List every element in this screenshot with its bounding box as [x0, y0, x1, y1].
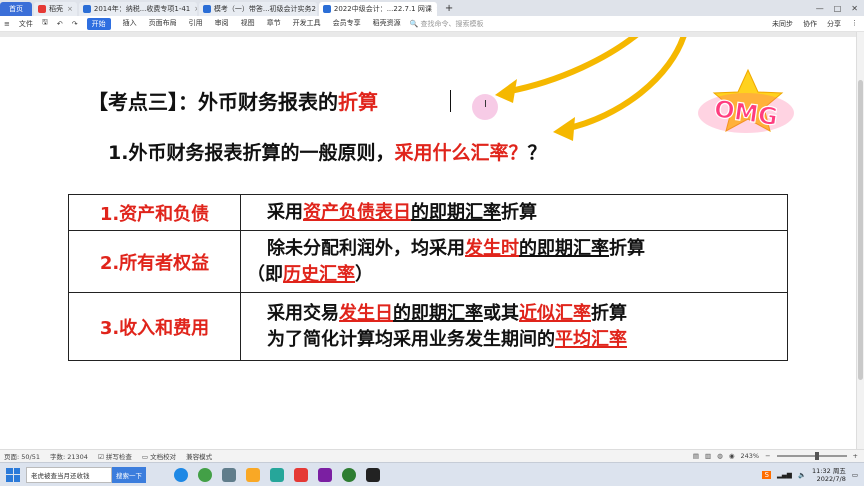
tab-label: 首页 [9, 5, 23, 13]
share-button[interactable]: 分享 [827, 19, 841, 29]
command-search[interactable]: 🔍 查找命令、搜索模板 [410, 19, 484, 29]
command-search-placeholder: 查找命令、搜索模板 [420, 19, 484, 28]
collab-button[interactable]: 协作 [803, 19, 817, 29]
tab-3[interactable]: 模考（一）带答...初级会计实务2× [198, 2, 317, 16]
view-mode-icon[interactable]: ▤ [693, 452, 699, 460]
wps-office-icon[interactable] [294, 467, 308, 482]
menu-bar: ≡ 文件 🖫 ↶ ↷ 开始 插入 页面布局 引用 审阅 视图 章节 开发工具 会员专享 稻壳资源 … [0, 16, 864, 32]
spell-check[interactable]: ☑ 拼写检查 [98, 451, 132, 461]
volume-icon[interactable]: 🔈 [798, 471, 806, 479]
folder-icon[interactable] [246, 467, 260, 482]
document-icon [82, 5, 91, 13]
annotation-overlay: OMG [495, 37, 794, 141]
taskbar-search-text: 老虎被查当月还收钱 [31, 471, 90, 480]
scrollbar-thumb[interactable] [858, 80, 863, 380]
clock-date: 2022/7/8 [816, 474, 846, 483]
page-count[interactable]: 页面: 50/51 [4, 451, 40, 461]
menu-items: 开始 插入 页面布局 引用 审阅 视图 章节 开发工具 会员专享 稻壳资源 [86, 17, 401, 30]
menu-item-7[interactable]: 开发工具 [293, 18, 321, 30]
menu-item-1[interactable]: 插入 [123, 18, 137, 30]
menu-item-2[interactable]: 页面布局 [149, 18, 177, 30]
taskbar-search-button[interactable]: 搜索一下 [112, 466, 146, 483]
menu-item-5[interactable]: 视图 [241, 18, 255, 30]
tab-1[interactable]: 稻壳 × [34, 2, 77, 16]
sync-status[interactable]: 未同步 [772, 19, 793, 29]
yellow-arrow-icon [495, 37, 639, 103]
taskbar-search-input[interactable]: 老虎被查当月还收钱 [26, 466, 112, 483]
clock-time: 11:32 周五 [812, 466, 846, 475]
tab-label: 稻壳 [49, 5, 63, 13]
zoom-out-icon[interactable]: − [765, 452, 770, 460]
eye-mode-icon[interactable]: ◉ [729, 452, 735, 460]
tab-bar: 首页稻壳×2014年：纳税...收费专项1-41×模考（一）带答...初级会计实… [0, 0, 864, 16]
minimize-icon[interactable]: — [816, 4, 824, 13]
doc-proof-label: 文档校对 [150, 453, 177, 461]
browser-icon[interactable] [198, 467, 212, 482]
notification-icon[interactable]: ▭ [852, 471, 858, 479]
calculator-icon[interactable] [222, 467, 236, 482]
document-icon [202, 5, 211, 13]
word-count[interactable]: 字数: 21304 [50, 451, 88, 461]
input-method-icon[interactable]: S [762, 470, 771, 479]
toolbar-undo-icon[interactable]: ↶ [57, 20, 63, 28]
taskbar: 老虎被查当月还收钱 搜索一下 S ▂▄▆ 🔈 11:32 周五 2022/7/8… [0, 462, 864, 486]
web-view-icon[interactable]: ◍ [717, 452, 723, 460]
tab-label: 2014年：纳税...收费专项1-41 [93, 5, 191, 13]
yellow-arrow-icon [553, 37, 687, 141]
document-icon [38, 5, 46, 13]
app-icon[interactable] [318, 467, 332, 482]
app-icon[interactable] [270, 467, 284, 482]
omg-sticker-icon: OMG [698, 68, 794, 133]
menu-item-3[interactable]: 引用 [189, 18, 203, 30]
doc-proof[interactable]: ▭ 文档校对 [142, 451, 176, 461]
view-mode-icon[interactable]: ▥ [705, 452, 711, 460]
document-page[interactable]: 【考点三】：外币财务报表的折算 I 1.外币财务报表折算的一般原则，采用什么汇率… [0, 37, 856, 449]
zoom-in-icon[interactable]: + [853, 452, 858, 460]
clock[interactable]: 11:32 周五 2022/7/8 [812, 467, 846, 483]
maximize-icon[interactable]: □ [834, 4, 842, 13]
window-controls: — □ ✕ [816, 4, 864, 16]
close-tab-icon[interactable]: × [194, 5, 197, 13]
close-tab-icon[interactable]: × [67, 5, 73, 13]
status-bar: 页面: 50/51 字数: 21304 ☑ 拼写检查 ▭ 文档校对 兼容模式 ▤… [0, 449, 864, 462]
new-tab-button[interactable]: + [439, 3, 459, 16]
toolbar-save-icon[interactable]: 🖫 [42, 18, 48, 29]
menu-item-8[interactable]: 会员专享 [333, 18, 361, 30]
spell-check-label: 拼写检查 [105, 453, 132, 461]
wechat-icon[interactable] [342, 467, 356, 482]
menu-item-9[interactable]: 稻壳资源 [373, 18, 401, 30]
tab-label: 2022中级会计：...22.7.1 网课 [333, 5, 432, 13]
close-icon[interactable]: ✕ [851, 4, 858, 13]
close-tab-icon[interactable]: × [436, 5, 437, 13]
menu-file[interactable]: 文件 [19, 19, 33, 29]
capcut-icon[interactable] [366, 467, 380, 482]
zoom-level[interactable]: 243% [741, 452, 760, 460]
menu-item-6[interactable]: 章节 [267, 18, 281, 30]
menu-icon[interactable]: ≡ [4, 20, 10, 28]
more-icon[interactable]: ⋮ [851, 19, 858, 29]
document-icon [322, 5, 331, 13]
tab-4[interactable]: 2022中级会计：...22.7.1 网课 × [318, 2, 437, 16]
windows-start-icon[interactable] [6, 467, 20, 482]
tab-0[interactable]: 首页 [0, 2, 32, 16]
menu-item-0[interactable]: 开始 [86, 17, 111, 30]
browser-icon[interactable] [174, 467, 188, 482]
toolbar-redo-icon[interactable]: ↷ [72, 20, 78, 28]
zoom-slider[interactable] [776, 452, 847, 460]
vertical-scrollbar[interactable] [856, 32, 864, 449]
tab-2[interactable]: 2014年：纳税...收费专项1-41× [78, 2, 197, 16]
compat-mode: 兼容模式 [186, 453, 213, 461]
tab-label: 模考（一）带答...初级会计实务2 [213, 5, 317, 13]
menu-item-4[interactable]: 审阅 [215, 18, 229, 30]
network-icon[interactable]: ▂▄▆ [777, 471, 792, 479]
